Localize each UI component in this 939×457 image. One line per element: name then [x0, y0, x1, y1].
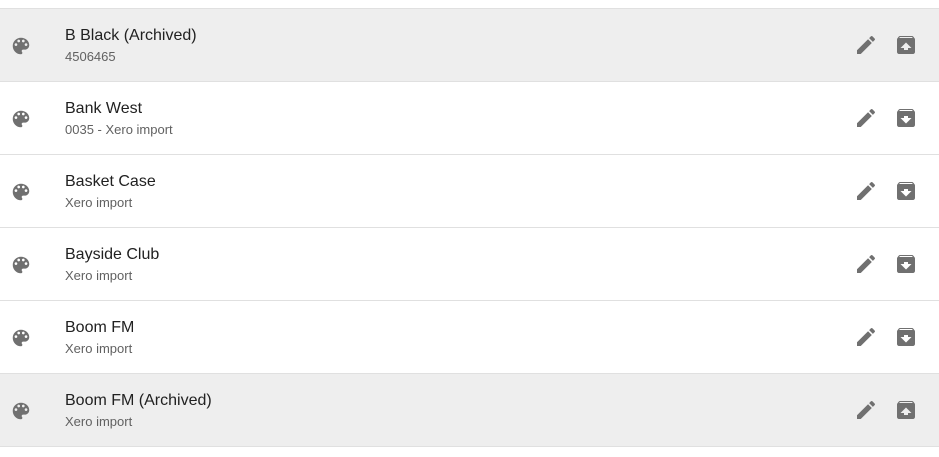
list-item-subtitle: Xero import [65, 414, 133, 429]
pencil-icon [857, 35, 876, 54]
list-item[interactable]: Boom FM (Archived) Xero import [0, 374, 939, 447]
list-item-subtitle: 0035 - Xero import [65, 122, 173, 137]
list-item-subtitle: Xero import [65, 341, 133, 356]
list-item-text: Basket Case Xero import [65, 172, 156, 211]
client-list: B Black (Archived) 4506465 Bank West 003… [0, 8, 939, 447]
edit-button[interactable] [854, 179, 878, 203]
list-item-title: Boom FM [65, 319, 135, 336]
archive-button[interactable] [894, 325, 918, 349]
list-item[interactable]: B Black (Archived) 4506465 [0, 9, 939, 82]
archive-button[interactable] [894, 106, 918, 130]
archive-button[interactable] [894, 179, 918, 203]
edit-button[interactable] [854, 106, 878, 130]
palette-icon [10, 327, 32, 349]
pencil-icon [857, 400, 876, 419]
list-item-title: Boom FM (Archived) [65, 392, 212, 409]
list-item-text: Boom FM Xero import [65, 318, 134, 357]
edit-button[interactable] [854, 398, 878, 422]
archive-button[interactable] [894, 252, 918, 276]
list-item-title: B Black (Archived) [65, 27, 197, 44]
pencil-icon [857, 327, 876, 346]
list-item[interactable]: Boom FM Xero import [0, 301, 939, 374]
palette-icon [10, 254, 32, 276]
edit-button[interactable] [854, 325, 878, 349]
list-item-text: B Black (Archived) 4506465 [65, 26, 197, 65]
archive-icon [897, 255, 915, 273]
palette-icon [10, 108, 32, 130]
list-item[interactable]: Bank West 0035 - Xero import [0, 82, 939, 155]
unarchive-button[interactable] [894, 398, 918, 422]
unarchive-button[interactable] [894, 33, 918, 57]
list-item-title: Basket Case [65, 173, 156, 190]
edit-button[interactable] [854, 33, 878, 57]
edit-button[interactable] [854, 252, 878, 276]
unarchive-icon [897, 36, 915, 54]
list-item-text: Bank West 0035 - Xero import [65, 99, 173, 138]
list-item-subtitle: 4506465 [65, 49, 116, 64]
list-item[interactable]: Bayside Club Xero import [0, 228, 939, 301]
pencil-icon [857, 181, 876, 200]
list-item-text: Boom FM (Archived) Xero import [65, 391, 212, 430]
palette-icon [10, 400, 32, 422]
list-item[interactable]: Basket Case Xero import [0, 155, 939, 228]
list-item-text: Bayside Club Xero import [65, 245, 159, 284]
pencil-icon [857, 254, 876, 273]
list-item-subtitle: Xero import [65, 195, 133, 210]
palette-icon [10, 181, 32, 203]
pencil-icon [857, 108, 876, 127]
archive-icon [897, 182, 915, 200]
archive-icon [897, 109, 915, 127]
palette-icon [10, 35, 32, 57]
unarchive-icon [897, 401, 915, 419]
list-item-subtitle: Xero import [65, 268, 133, 283]
list-item-title: Bank West [65, 100, 143, 117]
archive-icon [897, 328, 915, 346]
list-item-title: Bayside Club [65, 246, 160, 263]
